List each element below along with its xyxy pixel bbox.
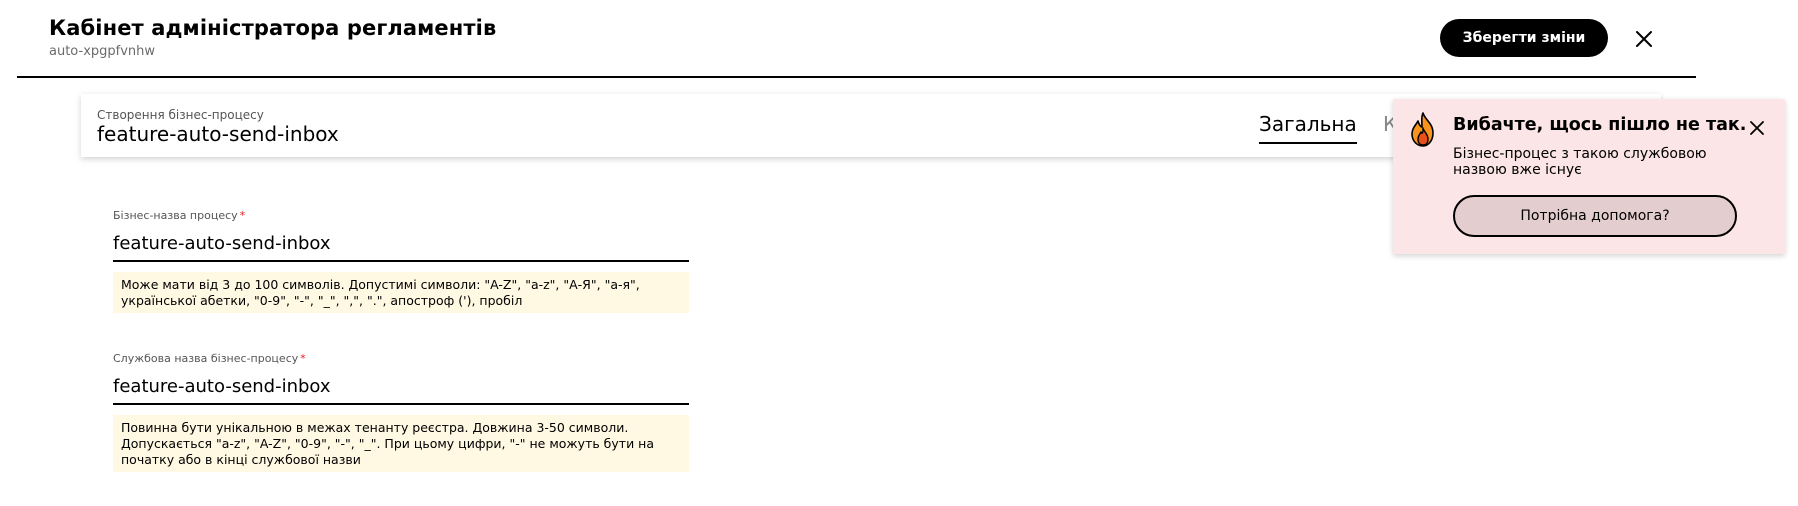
business-name-field: Бізнес-назва процесу * feature-auto-send-…: [113, 209, 689, 313]
close-icon[interactable]: [1632, 27, 1656, 51]
tab-general[interactable]: Загальна: [1259, 112, 1357, 144]
required-mark: *: [239, 209, 246, 222]
service-name-hint: Повинна бути унікальною в межах тенанту …: [113, 415, 689, 472]
need-help-button[interactable]: Потрібна допомога?: [1453, 195, 1737, 237]
process-caption: Створення бізнес-процесу: [97, 108, 264, 122]
business-name-hint: Може мати від 3 до 100 символів. Допусти…: [113, 272, 689, 313]
header-divider: [17, 76, 1696, 78]
app-title: Кабінет адміністратора регламентів: [49, 16, 497, 40]
service-name-field: Службова назва бізнес-процесу * feature-a…: [113, 352, 689, 472]
error-toast: Вибачте, щось пішло не так. Бізнес-проце…: [1393, 99, 1785, 254]
service-name-label: Службова назва бізнес-процесу *: [113, 352, 306, 365]
fire-icon: [1409, 112, 1437, 148]
service-name-input[interactable]: feature-auto-send-inbox: [113, 371, 689, 405]
page: Кабінет адміністратора регламентів auto-…: [0, 0, 1798, 506]
required-mark: *: [300, 352, 306, 365]
save-changes-button[interactable]: Зберегти зміни: [1440, 19, 1608, 57]
toast-title: Вибачте, щось пішло не так.: [1453, 115, 1747, 135]
process-name: feature-auto-send-inbox: [97, 122, 339, 146]
close-icon[interactable]: [1747, 118, 1767, 138]
tenant-id: auto-xpgpfvnhw: [49, 44, 156, 59]
business-name-label: Бізнес-назва процесу *: [113, 209, 246, 222]
business-name-input[interactable]: feature-auto-send-inbox: [113, 228, 689, 262]
toast-message: Бізнес-процес з такою службовою назвою в…: [1453, 146, 1707, 178]
